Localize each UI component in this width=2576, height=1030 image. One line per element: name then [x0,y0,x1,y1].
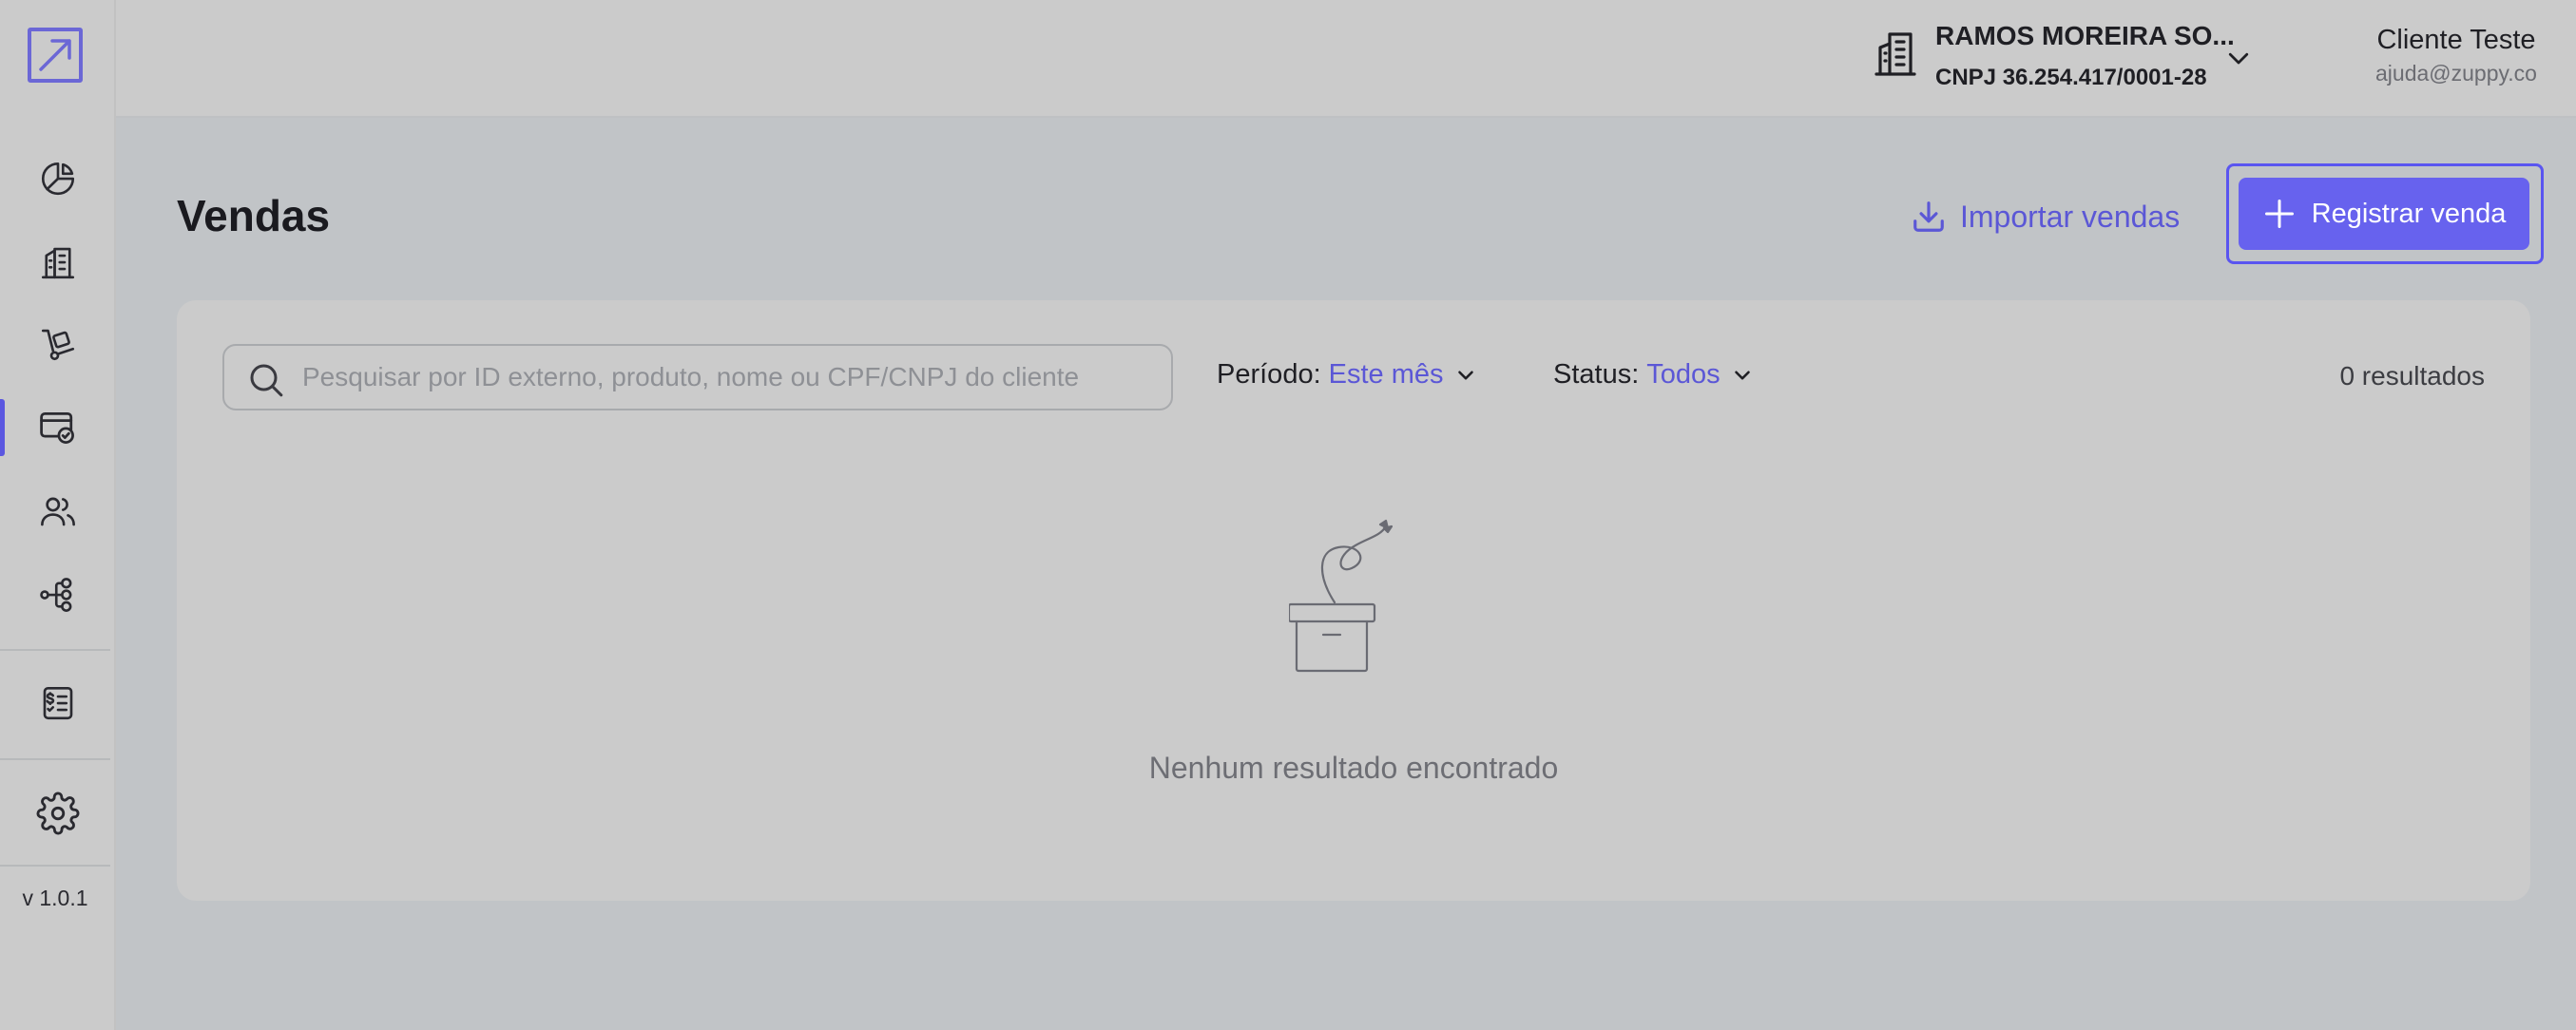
sidebar-item-integrations[interactable] [0,559,116,631]
sidebar-item-products[interactable] [0,308,116,380]
period-filter[interactable]: Período: Este mês [1217,359,1478,391]
company-building-icon [1873,29,1918,83]
register-sale-label: Registrar venda [2311,198,2507,229]
pie-chart-icon [41,162,75,196]
empty-state-message: Nenhum resultado encontrado [1148,751,1559,785]
sidebar-item-invoices[interactable] [0,667,116,739]
flow-icon [40,578,72,612]
sidebar-item-customers[interactable] [0,475,116,547]
download-icon [1913,201,1944,232]
zuppy-logo-icon[interactable] [28,28,83,83]
plus-icon [2264,200,2294,228]
users-icon [41,497,75,526]
status-filter-label: Status: [1553,359,1640,390]
sales-icon [40,411,74,444]
chevron-down-icon[interactable] [2224,44,2253,77]
user-name[interactable]: Cliente Teste [2314,25,2576,56]
results-count: 0 resultados [2339,361,2485,391]
sidebar-divider [0,758,110,760]
top-bar: RAMOS MOREIRA SO... CNPJ 36.254.417/0001… [116,0,2576,118]
period-filter-value: Este mês [1328,359,1444,390]
sidebar-item-companies[interactable] [0,226,116,298]
sidebar-item-settings[interactable] [0,777,116,849]
company-name[interactable]: RAMOS MOREIRA SO... [1935,21,2235,51]
import-sales-label: Importar vendas [1960,199,2181,234]
gear-icon [36,792,80,835]
search-input[interactable] [302,353,1158,401]
building-icon [41,247,75,279]
tax-document-icon [43,686,73,720]
company-cnpj: CNPJ 36.254.417/0001-28 [1935,65,2207,90]
chevron-down-icon [1734,370,1750,380]
sidebar-item-sales[interactable] [0,391,116,464]
search-box[interactable] [222,344,1173,410]
search-icon [250,364,283,397]
status-filter-value: Todos [1646,359,1721,390]
sidebar-divider [0,649,110,651]
import-sales-button[interactable]: Importar vendas [1911,194,2180,239]
user-email: ajuda@zuppy.co [2375,61,2537,86]
hand-truck-icon [41,329,75,361]
chevron-down-icon [1457,370,1473,380]
sales-card: Período: Este mês Status: Todos 0 result… [177,300,2530,901]
status-filter[interactable]: Status: Todos [1553,359,1755,391]
page-title: Vendas [177,191,331,240]
register-sale-focus-ring: Registrar venda [2226,163,2544,264]
sidebar: v 1.0.1 [0,0,116,1030]
period-filter-label: Período: [1217,359,1321,390]
empty-box-icon [1287,519,1422,685]
sidebar-item-dashboard[interactable] [0,143,116,215]
register-sale-button[interactable]: Registrar venda [2239,178,2529,250]
app-version: v 1.0.1 [22,886,88,910]
sidebar-divider [0,865,110,867]
